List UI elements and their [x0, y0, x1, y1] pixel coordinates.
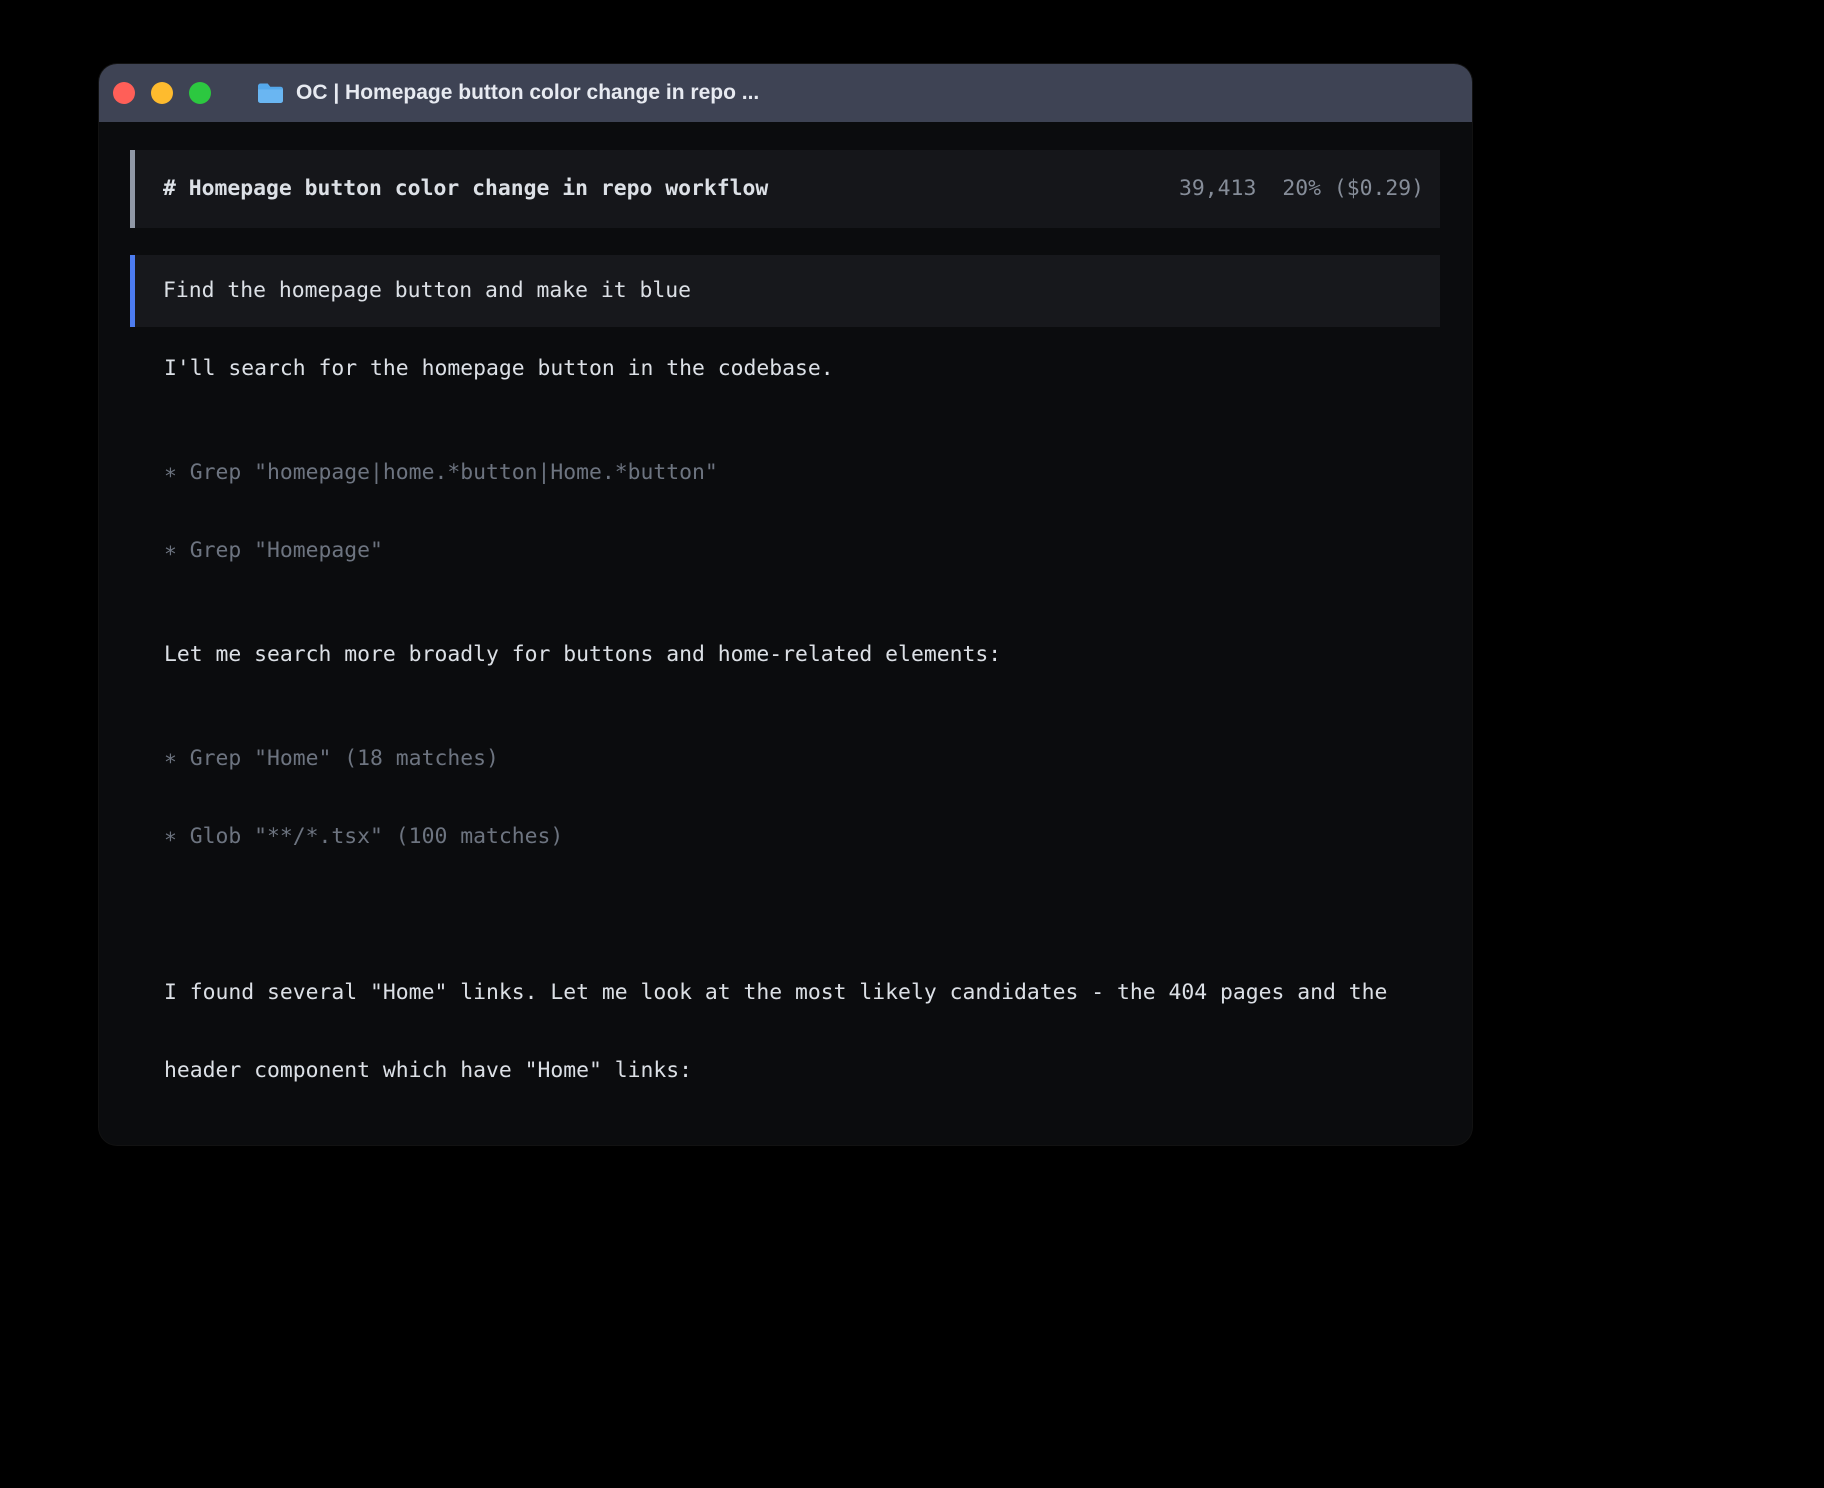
- assistant-message: I found several "Home" links. Let me loo…: [164, 928, 1440, 1136]
- token-count: 39,413: [1179, 176, 1256, 202]
- traffic-lights: [99, 82, 211, 104]
- session-header: # Homepage button color change in repo w…: [130, 150, 1440, 228]
- minimize-button[interactable]: [151, 82, 173, 104]
- close-button[interactable]: [113, 82, 135, 104]
- tool-call-grep: ∗ Grep "Homepage": [164, 538, 1440, 564]
- assistant-message: Let me search more broadly for buttons a…: [164, 642, 1440, 668]
- context-usage: 20% ($0.29): [1282, 176, 1424, 202]
- user-message: Find the homepage button and make it blu…: [130, 255, 1440, 327]
- tool-call-grep: ∗ Grep "Home" (18 matches): [164, 746, 1440, 772]
- tool-call-grep: ∗ Grep "homepage|home.*button|Home.*butt…: [164, 460, 1440, 486]
- window-title: OC | Homepage button color change in rep…: [296, 81, 759, 105]
- session-title: # Homepage button color change in repo w…: [163, 176, 768, 202]
- tool-call-group: ∗ Grep "homepage|home.*button|Home.*butt…: [164, 408, 1440, 616]
- session-stats: 39,413 20% ($0.29): [1179, 176, 1424, 202]
- folder-icon: [257, 82, 284, 104]
- tool-call-group: ∗ Grep "Home" (18 matches) ∗ Glob "**/*.…: [164, 694, 1440, 902]
- tool-call-glob: ∗ Glob "**/*.tsx" (100 matches): [164, 824, 1440, 850]
- zoom-button[interactable]: [189, 82, 211, 104]
- user-message-text: Find the homepage button and make it blu…: [163, 278, 691, 304]
- assistant-message: I'll search for the homepage button in t…: [164, 356, 1440, 382]
- transcript: I'll search for the homepage button in t…: [130, 356, 1440, 1145]
- terminal-window: OC | Homepage button color change in rep…: [99, 64, 1472, 1145]
- terminal-content: # Homepage button color change in repo w…: [99, 122, 1472, 1145]
- titlebar[interactable]: OC | Homepage button color change in rep…: [99, 64, 1472, 122]
